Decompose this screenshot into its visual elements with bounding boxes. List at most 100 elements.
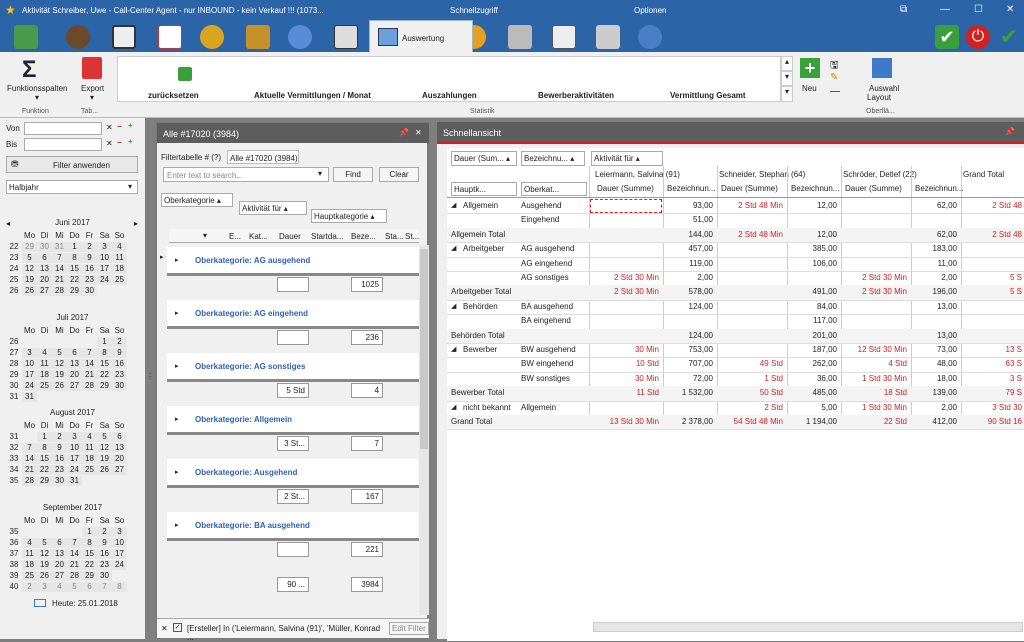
calendar-day[interactable]: 11: [82, 443, 97, 453]
pivot-cell[interactable]: [593, 300, 659, 314]
calendar-day[interactable]: 31: [22, 392, 37, 402]
calendar-day[interactable]: 16: [97, 549, 112, 559]
package-icon[interactable]: [246, 25, 270, 49]
calendar-day[interactable]: 3: [22, 348, 37, 358]
pivot-cell[interactable]: [593, 242, 659, 256]
column-header-e[interactable]: E...: [229, 232, 241, 241]
von-remove-icon[interactable]: −: [117, 122, 122, 131]
group-row[interactable]: ▸ Oberkategorie: AG eingehend: [167, 300, 419, 326]
pivot-cell[interactable]: 13 S: [961, 343, 1022, 357]
pivot-cell[interactable]: [593, 401, 659, 415]
calendar-day[interactable]: 12: [97, 443, 112, 453]
calendar-day[interactable]: 23: [112, 370, 127, 380]
pivot-cell[interactable]: 13,00: [911, 329, 957, 343]
pivot-cell[interactable]: 51,00: [663, 213, 713, 227]
calendar-day[interactable]: 9: [52, 443, 67, 453]
calendar-icon[interactable]: [112, 25, 136, 49]
pivot-cell[interactable]: 10 Std: [593, 357, 659, 371]
calendar-day[interactable]: 2: [22, 582, 37, 592]
funktionsspalten-dropdown-icon[interactable]: ▾: [35, 93, 39, 102]
calendar-day[interactable]: 25: [82, 465, 97, 475]
calendar-day[interactable]: 4: [82, 432, 97, 442]
filtertabelle-tab[interactable]: Filtertabelle # (?): [161, 153, 221, 162]
pivot-expand-icon[interactable]: ◢: [451, 401, 456, 415]
pivot-cell[interactable]: 11 Std: [593, 386, 659, 400]
calendar-day[interactable]: 27: [112, 465, 127, 475]
pivot-cell[interactable]: [717, 329, 783, 343]
pivot-cell[interactable]: 2 Std: [717, 401, 783, 415]
pivot-cell[interactable]: 48,00: [911, 357, 957, 371]
calendar-day[interactable]: 5: [37, 538, 52, 548]
pivot-cell[interactable]: 1 532,00: [663, 386, 713, 400]
calendar-day[interactable]: 1: [67, 242, 82, 252]
calendar-day[interactable]: 15: [37, 454, 52, 464]
group-expand-icon[interactable]: ▸: [175, 309, 179, 317]
calendar-day[interactable]: 1: [82, 527, 97, 537]
pivot-cell[interactable]: [663, 314, 713, 328]
restore-icon[interactable]: ⧉: [900, 4, 907, 15]
quickview-pin-icon[interactable]: 📌: [1005, 127, 1015, 136]
pivot-cell[interactable]: 5,00: [787, 401, 837, 415]
report-icon[interactable]: [596, 25, 620, 49]
pivot-cell[interactable]: [787, 271, 837, 285]
grid-search-input[interactable]: Enter text to search... ▾: [163, 167, 329, 182]
calendar-day[interactable]: 8: [37, 443, 52, 453]
pivot-cell[interactable]: 1 Std 30 Min: [841, 401, 907, 415]
pivot-cell[interactable]: 196,00: [911, 285, 957, 299]
pivot-cell[interactable]: 5 S: [961, 271, 1022, 285]
gallery-more-icon[interactable]: ▾: [781, 86, 793, 102]
von-date-input[interactable]: [24, 122, 102, 135]
pivot-cell[interactable]: [663, 401, 713, 415]
coins-icon[interactable]: [200, 25, 224, 49]
calendar-day[interactable]: 21: [67, 560, 82, 570]
checklist-icon[interactable]: [158, 25, 182, 49]
pivot-cell[interactable]: 18,00: [911, 372, 957, 386]
calendar-day[interactable]: 10: [97, 253, 112, 263]
pivot-cell[interactable]: 1 194,00: [787, 415, 837, 429]
pivot-subcolumn-header[interactable]: Dauer (Summe): [845, 182, 902, 196]
sigma-icon[interactable]: Σ: [22, 56, 36, 84]
calendar-day[interactable]: 22: [37, 465, 52, 475]
calendar-day[interactable]: 17: [97, 264, 112, 274]
pivot-cell[interactable]: [961, 329, 1022, 343]
pivot-cell[interactable]: 491,00: [787, 285, 837, 299]
calendar-day[interactable]: 7: [97, 582, 112, 592]
calendar-day[interactable]: 28: [82, 381, 97, 391]
pivot-filter-chip[interactable]: Bezeichnu... ▴: [521, 151, 585, 166]
calendar-day[interactable]: 17: [22, 370, 37, 380]
pivot-cell[interactable]: [717, 257, 783, 271]
calendar-day[interactable]: 13: [37, 264, 52, 274]
calendar-day[interactable]: 24: [112, 560, 127, 570]
close-icon[interactable]: ✕: [1006, 4, 1014, 15]
pivot-cell[interactable]: [717, 242, 783, 256]
pivot-filter-chip[interactable]: Aktivität für ▴: [591, 151, 663, 166]
pivot-cell[interactable]: 18 Std: [841, 386, 907, 400]
power-icon[interactable]: ⏻: [966, 25, 990, 49]
calendar-day[interactable]: 29: [82, 571, 97, 581]
calendar-day[interactable]: 23: [82, 275, 97, 285]
pivot-cell[interactable]: 457,00: [663, 242, 713, 256]
edit-pencil-icon[interactable]: ✎: [830, 72, 838, 83]
calendar-day[interactable]: 22: [82, 560, 97, 570]
column-header-kat[interactable]: Kat...: [249, 232, 268, 241]
column-header-bezeichnung[interactable]: Beze...: [351, 232, 376, 241]
calendar-day[interactable]: 15: [67, 264, 82, 274]
pivot-filter-chip[interactable]: Dauer (Sum... ▴: [451, 151, 517, 166]
calendar-day[interactable]: 27: [67, 381, 82, 391]
pivot-cell[interactable]: 2 Std 30 Min: [841, 285, 907, 299]
calendar-day[interactable]: 7: [82, 348, 97, 358]
grid-pin-icon[interactable]: 📌: [399, 128, 409, 137]
tab-auswertung[interactable]: Auswertung: [369, 20, 473, 52]
calendar-day[interactable]: 30: [52, 476, 67, 486]
pivot-cell[interactable]: 93,00: [663, 199, 713, 213]
pivot-cell[interactable]: [841, 228, 907, 242]
funktionsspalten-button[interactable]: Funktionsspalten: [7, 84, 67, 93]
calendar-day[interactable]: 29: [22, 242, 37, 252]
pivot-cell[interactable]: 707,00: [663, 357, 713, 371]
pivot-cell[interactable]: 578,00: [663, 285, 713, 299]
pivot-cell[interactable]: 84,00: [787, 300, 837, 314]
column-header-dauer[interactable]: Dauer: [279, 232, 301, 241]
calendar-day[interactable]: 6: [82, 582, 97, 592]
calendar-day[interactable]: 3: [97, 242, 112, 252]
calendar-day[interactable]: 4: [52, 582, 67, 592]
